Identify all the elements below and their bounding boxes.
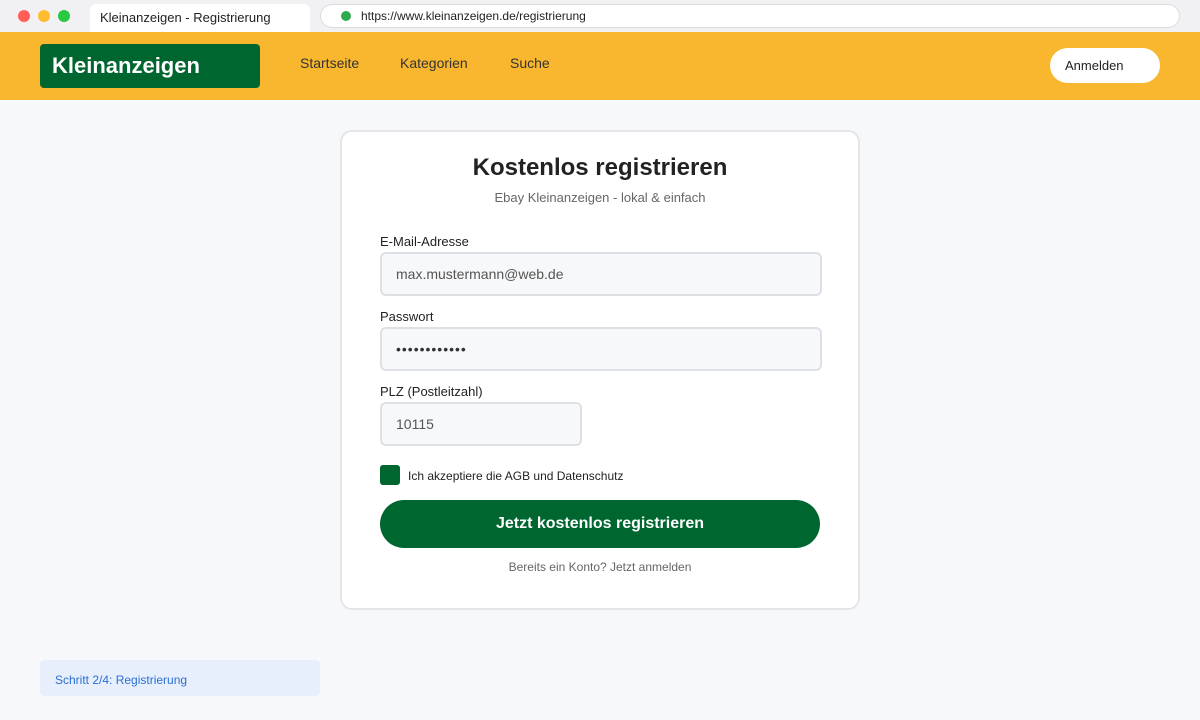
nav-startseite[interactable]: Startseite (300, 55, 359, 71)
register-button[interactable]: Jetzt kostenlos registrieren (380, 500, 820, 548)
secure-dot-icon (341, 11, 351, 21)
plz-label: PLZ (Postleitzahl) (380, 384, 483, 399)
terms-checkbox[interactable] (380, 465, 400, 485)
form-title: Kostenlos registrieren (472, 154, 728, 181)
password-label: Passwort (380, 309, 434, 324)
site-header: Kleinanzeigen Startseite Kategorien Such… (0, 32, 1200, 100)
registration-card: Kostenlos registrieren Ebay Kleinanzeige… (340, 130, 860, 610)
browser-tab[interactable]: Kleinanzeigen - Registrierung (90, 4, 310, 32)
form-subtitle: Ebay Kleinanzeigen - lokal & einfach (494, 190, 706, 205)
nav-suche[interactable]: Suche (510, 55, 550, 71)
email-field[interactable]: max.mustermann@web.de (380, 252, 822, 296)
browser-chrome: Kleinanzeigen - Registrierung https://ww… (0, 0, 1200, 32)
nav-kategorien[interactable]: Kategorien (400, 55, 468, 71)
existing-account-link[interactable]: Bereits ein Konto? Jetzt anmelden (342, 560, 858, 574)
url-text: https://www.kleinanzeigen.de/registrieru… (361, 9, 586, 23)
minimize-window-icon[interactable] (38, 10, 50, 22)
plz-field[interactable]: 10115 (380, 402, 582, 446)
password-field[interactable]: •••••••••••• (380, 327, 822, 371)
address-bar[interactable]: https://www.kleinanzeigen.de/registrieru… (320, 4, 1180, 28)
terms-label[interactable]: Ich akzeptiere die AGB und Datenschutz (408, 469, 623, 483)
site-logo[interactable]: Kleinanzeigen (40, 44, 260, 88)
step-indicator: Schritt 2/4: Registrierung (40, 660, 320, 696)
close-window-icon[interactable] (18, 10, 30, 22)
email-label: E-Mail-Adresse (380, 234, 469, 249)
login-button[interactable]: Anmelden (1050, 48, 1160, 83)
maximize-window-icon[interactable] (58, 10, 70, 22)
